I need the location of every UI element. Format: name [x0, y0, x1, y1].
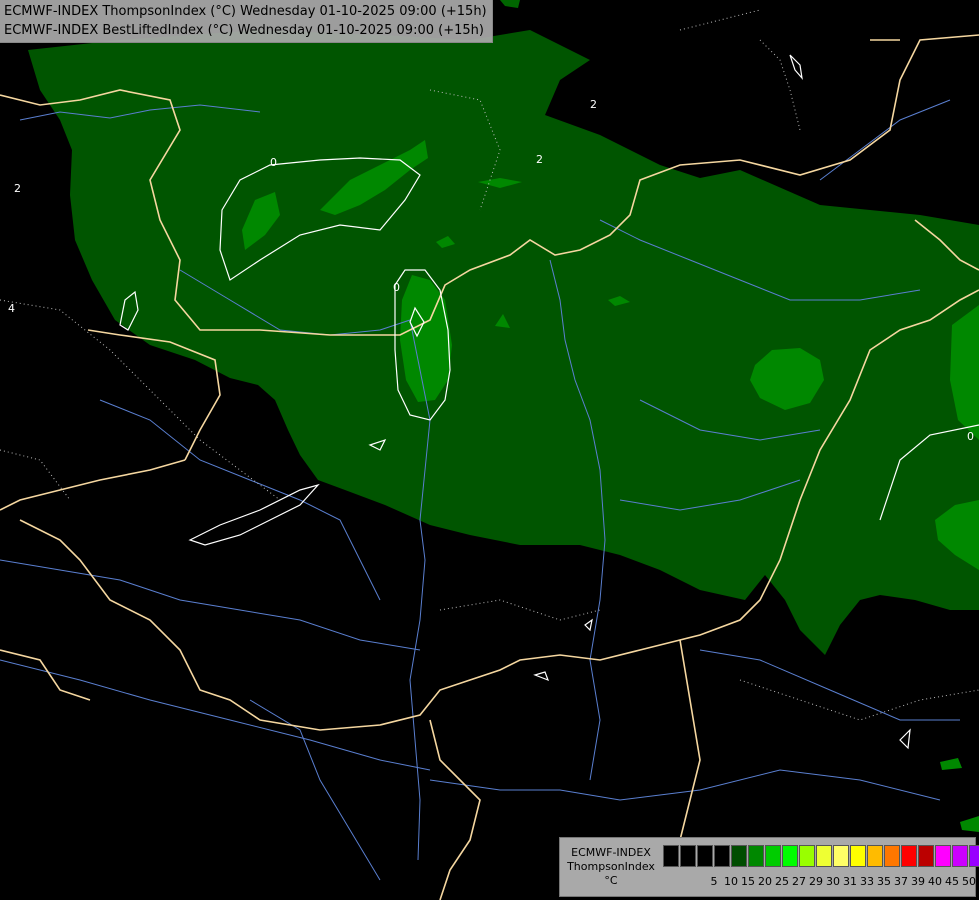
legend-tick-label: 5 [710, 875, 718, 888]
legend-swatch [765, 845, 781, 867]
legend-swatches [663, 845, 979, 867]
legend-tick-label: 29 [809, 875, 823, 888]
legend-swatch [816, 845, 832, 867]
legend-swatch [663, 845, 679, 867]
legend-swatch [748, 845, 764, 867]
legend-swatch [901, 845, 917, 867]
contour-label: 2 [536, 153, 543, 166]
legend-tick-label: 45 [945, 875, 959, 888]
legend-swatch [850, 845, 866, 867]
legend-swatch [969, 845, 979, 867]
legend-swatch [731, 845, 747, 867]
legend-tick-label: 39 [911, 875, 925, 888]
legend-swatch [935, 845, 951, 867]
contour-label: 0 [393, 281, 400, 294]
legend-swatch [867, 845, 883, 867]
legend-tick-label: 15 [741, 875, 755, 888]
legend-swatch [782, 845, 798, 867]
contour-label: 4 [8, 302, 15, 315]
color-legend: ECMWF-INDEX ThompsonIndex °C 5 10 15 20 25 27… [559, 837, 979, 897]
legend-swatch [714, 845, 730, 867]
legend-variable: ThompsonIndex [567, 860, 655, 873]
legend-tick-label: 30 [826, 875, 840, 888]
legend-swatch [799, 845, 815, 867]
contour-label: 2 [590, 98, 597, 111]
legend-swatch [680, 845, 696, 867]
legend-title: ECMWF-INDEX ThompsonIndex °C [560, 846, 662, 888]
legend-tick-label: 20 [758, 875, 772, 888]
legend-swatch [884, 845, 900, 867]
legend-ticks: 51015202527293031333537394045505560 [663, 875, 977, 889]
legend-swatch [833, 845, 849, 867]
map-title-box: ECMWF-INDEX ThompsonIndex (°C) Wednesday… [0, 0, 493, 43]
legend-tick-label: 31 [843, 875, 857, 888]
legend-swatch [697, 845, 713, 867]
contour-label: 0 [270, 156, 277, 169]
map-title-secondary: ECMWF-INDEX BestLiftedIndex (°C) Wednesd… [4, 23, 484, 38]
legend-tick-label: 50 [962, 875, 976, 888]
legend-tick-label: 37 [894, 875, 908, 888]
legend-swatch [952, 845, 968, 867]
weather-map: 0 2 2 0 4 0 2 [0, 0, 979, 900]
legend-tick-label: 33 [860, 875, 874, 888]
legend-tick-label: 10 [724, 875, 738, 888]
legend-tick-label: 35 [877, 875, 891, 888]
legend-tick-label: 40 [928, 875, 942, 888]
contour-label: 2 [14, 182, 21, 195]
legend-tick-label: 27 [792, 875, 806, 888]
map-title-primary: ECMWF-INDEX ThompsonIndex (°C) Wednesday… [4, 4, 487, 19]
legend-tick-label: 25 [775, 875, 789, 888]
legend-unit: °C [604, 874, 618, 887]
contour-label: 0 [967, 430, 974, 443]
legend-model: ECMWF-INDEX [571, 846, 651, 859]
legend-swatch [918, 845, 934, 867]
